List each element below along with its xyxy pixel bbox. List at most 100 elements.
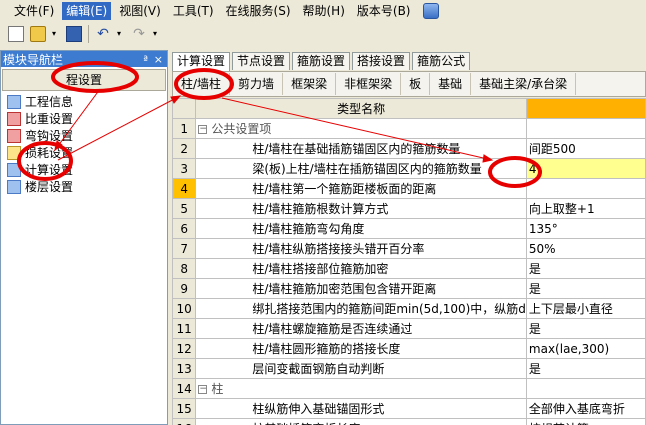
subtab-frame-beam[interactable]: 框架梁 [283, 73, 337, 95]
row-number-cell: 2 [171, 138, 197, 159]
type-name-cell: 柱/墙柱圆形箍筋的搭接长度 [195, 338, 527, 359]
type-name-label: 梁(板)上柱/墙柱在插筋锚固区内的箍筋数量 [252, 162, 482, 176]
table-row[interactable]: 3 梁(板)上柱/墙柱在插筋锚固区内的箍筋数量 4 [171, 158, 646, 179]
undo-icon[interactable]: ↶ [95, 26, 111, 42]
value-cell[interactable]: 是 [525, 358, 646, 379]
hook-icon [7, 128, 21, 143]
table-row[interactable]: 11 柱/墙柱螺旋箍筋是否连续通过 是 [171, 318, 646, 339]
table-row[interactable]: 9 柱/墙柱箍筋加密范围包含错开距离 是 [171, 278, 646, 299]
collapse-icon[interactable]: − [198, 125, 208, 134]
value-cell[interactable]: 是 [525, 258, 646, 279]
save-icon[interactable] [66, 26, 82, 42]
table-row[interactable]: 8 柱/墙柱搭接部位箍筋加密 是 [171, 258, 646, 279]
row-number-cell: 5 [171, 198, 197, 219]
nav-item-label: 楼层设置 [25, 180, 74, 194]
type-name-label: 绑扎搭接范围内的箍筋间距min(5d,100)中，纵筋d [252, 302, 526, 316]
tab-stirrup-settings[interactable]: 箍筋设置 [292, 52, 351, 70]
value-cell[interactable]: 135° [525, 218, 646, 239]
loss-icon [7, 145, 21, 160]
row-number-cell: 11 [171, 318, 197, 339]
type-name-cell: 柱/墙柱在基础插筋锚固区内的箍筋数量 [195, 138, 527, 159]
table-row[interactable]: 5 柱/墙柱箍筋根数计算方式 向上取整+1 [171, 198, 646, 219]
type-name-label: 公共设置项 [211, 122, 272, 136]
value-cell[interactable]: 是 [525, 318, 646, 339]
value-cell[interactable]: 间距500 [525, 138, 646, 159]
table-row[interactable]: 10 绑扎搭接范围内的箍筋间距min(5d,100)中，纵筋d 上下层最小直径 [171, 298, 646, 319]
type-name-label: 柱/墙柱纵筋搭接接头错开百分率 [252, 242, 425, 256]
nav-title: 模块导航栏 [3, 52, 64, 67]
collapse-icon[interactable]: − [198, 385, 208, 394]
table-row[interactable]: 15 柱纵筋伸入基础锚固形式 全部伸入基底弯折 [171, 398, 646, 419]
nav-item-weight-settings[interactable]: 比重设置 [1, 110, 167, 127]
type-name-cell: 层间变截面钢筋自动判断 [195, 358, 527, 379]
tab-node-settings[interactable]: 节点设置 [232, 52, 291, 70]
menu-online-service[interactable]: 在线服务(S) [222, 2, 295, 20]
nav-header: 模块导航栏 ª × [1, 51, 167, 67]
table-group-row[interactable]: 14− 柱 [171, 378, 646, 399]
value-cell[interactable] [525, 178, 646, 199]
subtab-foundation-main-beam[interactable]: 基础主梁/承台梁 [471, 73, 577, 95]
open-folder-icon[interactable] [30, 26, 46, 42]
menu-tools[interactable]: 工具(T) [169, 2, 218, 20]
value-cell[interactable] [525, 118, 646, 139]
table-row[interactable]: 2 柱/墙柱在基础插筋锚固区内的箍筋数量 间距500 [171, 138, 646, 159]
table-group-row[interactable]: 1− 公共设置项 [171, 118, 646, 139]
type-name-cell: 柱/墙柱第一个箍筋距楼板面的距离 [195, 178, 527, 199]
row-number-cell: 13 [171, 358, 197, 379]
subtab-shear-wall[interactable]: 剪力墙 [230, 73, 284, 95]
value-cell[interactable]: 50% [525, 238, 646, 259]
nav-item-calc-settings[interactable]: 计算设置 [1, 161, 167, 178]
table-row[interactable]: 16柱基础插筋弯折长度按规范计算 [171, 418, 646, 425]
redo-dropdown-icon[interactable]: ▾ [153, 26, 161, 42]
nav-group-project-settings[interactable]: 程设置 [2, 69, 166, 91]
subtab-non-frame-beam[interactable]: 非框架梁 [336, 73, 402, 95]
component-subtabs: 柱/墙柱 剪力墙 框架梁 非框架梁 板 基础 基础主梁/承台梁 [172, 71, 646, 97]
value-cell[interactable]: 上下层最小直径 [525, 298, 646, 319]
undo-dropdown-icon[interactable]: ▾ [117, 26, 125, 42]
type-name-label: 柱/墙柱圆形箍筋的搭接长度 [252, 342, 401, 356]
tab-lap-settings[interactable]: 搭接设置 [352, 52, 411, 70]
menu-help[interactable]: 帮助(H) [299, 2, 349, 20]
subtab-slab[interactable]: 板 [401, 73, 431, 95]
menu-edit[interactable]: 编辑(E) [62, 1, 112, 20]
nav-item-project-info[interactable]: 工程信息 [1, 93, 167, 110]
open-dropdown-icon[interactable]: ▾ [52, 26, 60, 42]
value-cell[interactable]: 4 [525, 158, 646, 179]
value-cell[interactable]: 全部伸入基底弯折 [525, 398, 646, 419]
table-row[interactable]: 6 柱/墙柱箍筋弯勾角度 135° [171, 218, 646, 239]
menu-view[interactable]: 视图(V) [115, 2, 165, 20]
row-number-cell: 14 [171, 378, 197, 399]
tab-stirrup-formula[interactable]: 箍筋公式 [412, 52, 471, 70]
value-cell[interactable]: 按规范计算 [525, 418, 646, 425]
nav-item-hook-settings[interactable]: 弯钩设置 [1, 127, 167, 144]
nav-item-loss-settings[interactable]: 损耗设置 [1, 144, 167, 161]
nav-item-label: 计算设置 [25, 163, 74, 177]
redo-icon[interactable]: ↷ [131, 26, 147, 42]
row-number-cell: 16 [171, 418, 197, 425]
table-row[interactable]: 7 柱/墙柱纵筋搭接接头错开百分率 50% [171, 238, 646, 259]
row-number-cell: 7 [171, 238, 197, 259]
value-cell[interactable]: max(lae,300) [525, 338, 646, 359]
close-icon[interactable]: × [154, 53, 163, 66]
menu-version[interactable]: 版本号(B) [353, 2, 415, 20]
table-row[interactable]: 13 层间变截面钢筋自动判断 是 [171, 358, 646, 379]
menu-file[interactable]: 文件(F) [10, 2, 58, 20]
value-cell[interactable] [525, 378, 646, 399]
row-number-cell: 9 [171, 278, 197, 299]
row-number-cell: 1 [171, 118, 197, 139]
type-name-label: 柱/墙柱箍筋根数计算方式 [252, 202, 389, 216]
subtab-foundation[interactable]: 基础 [430, 73, 472, 95]
type-name-label: 柱 [211, 382, 224, 396]
value-cell[interactable]: 向上取整+1 [525, 198, 646, 219]
value-header [525, 98, 646, 119]
table-row[interactable]: 4 柱/墙柱第一个箍筋距楼板面的距离 [171, 178, 646, 199]
tab-calc-settings[interactable]: 计算设置 [172, 52, 231, 71]
value-cell[interactable]: 是 [525, 278, 646, 299]
subtab-column[interactable]: 柱/墙柱 [173, 73, 231, 95]
toolbar: ▾ ↶ ▾ ↷ ▾ [0, 22, 646, 46]
table-row[interactable]: 12 柱/墙柱圆形箍筋的搭接长度 max(lae,300) [171, 338, 646, 359]
nav-item-floor-settings[interactable]: 楼层设置 [1, 178, 167, 195]
row-number-cell: 12 [171, 338, 197, 359]
new-file-icon[interactable] [8, 26, 24, 42]
pin-icon[interactable]: ª [143, 55, 148, 66]
